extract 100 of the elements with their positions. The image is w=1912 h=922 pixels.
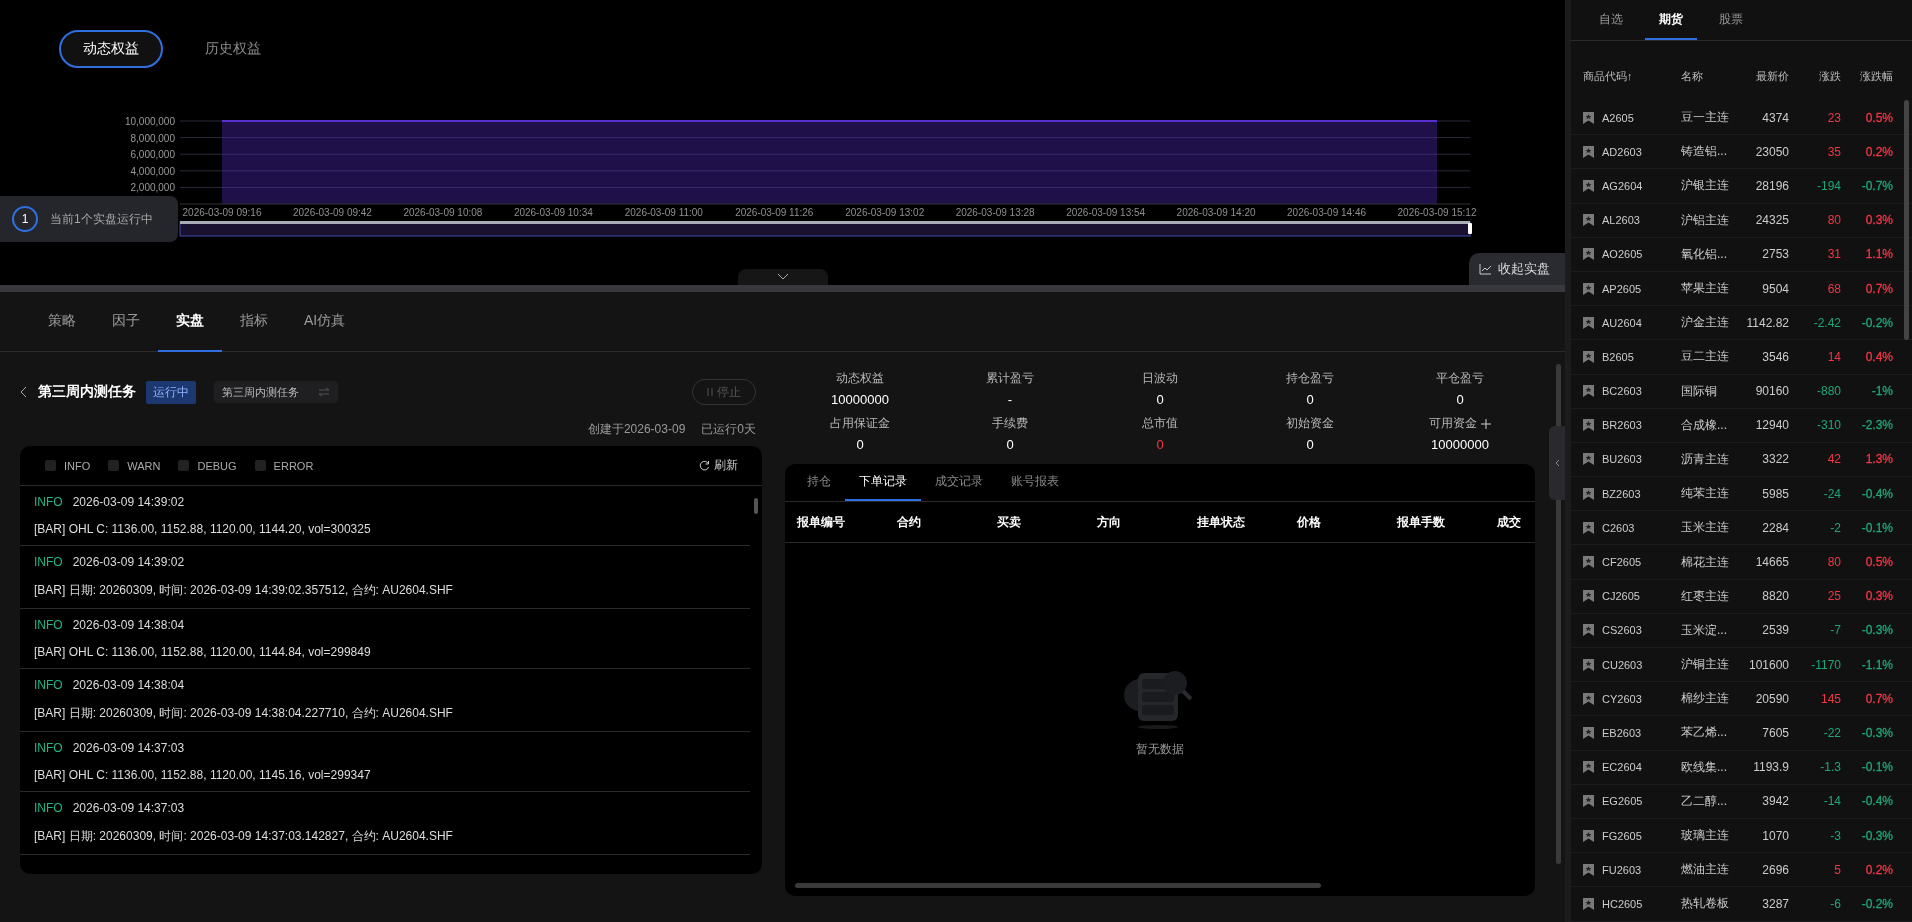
bookmark-icon[interactable] (1583, 795, 1594, 808)
plus-icon[interactable] (1481, 418, 1491, 429)
contract-code: EG2605 (1602, 795, 1643, 808)
bookmark-icon[interactable] (1583, 453, 1594, 466)
column-header[interactable]: 商品代码↑ (1583, 68, 1681, 84)
quote-row[interactable]: BC2603 国际铜 90160 -880 -1% (1571, 374, 1912, 409)
scrollbar[interactable] (1904, 100, 1909, 340)
main-tab[interactable]: 策略 (30, 292, 94, 352)
contract-code: BC2603 (1602, 385, 1642, 398)
main-tab[interactable]: 指标 (222, 292, 286, 352)
stat-value: 0 (1156, 437, 1164, 452)
bookmark-icon[interactable] (1583, 419, 1594, 432)
bookmark-icon[interactable] (1583, 590, 1594, 603)
main-tab[interactable]: AI仿真 (286, 292, 364, 352)
chart-tab[interactable]: 历史权益 (181, 30, 285, 68)
side-collapse-handle[interactable] (1549, 426, 1565, 500)
bookmark-icon[interactable] (1583, 248, 1594, 261)
bookmark-icon[interactable] (1583, 556, 1594, 569)
bookmark-icon[interactable] (1583, 521, 1594, 534)
column-header[interactable]: 最新价 (1739, 68, 1789, 84)
level-filter[interactable]: ERROR (254, 459, 314, 472)
orders-tab[interactable]: 下单记录 (845, 464, 921, 501)
quote-row[interactable]: CU2603 沪铜主连 101600 -1170 -1.1% (1571, 648, 1912, 683)
log-message: [BAR] 日期: 20260309, 时间: 2026-03-09 14:38:04.227710, 合约: AU2604.SHF (34, 705, 454, 722)
expand-handle[interactable] (737, 269, 828, 285)
orders-tab[interactable]: 账号报表 (997, 464, 1073, 501)
checkbox[interactable] (45, 460, 56, 471)
bookmark-icon[interactable] (1583, 863, 1594, 876)
market-tab[interactable]: 自选 (1585, 0, 1637, 40)
quote-row[interactable]: CY2603 棉纱主连 20590 145 0.7% (1571, 682, 1912, 717)
change-percent: -0.3% (1860, 828, 1893, 843)
main-tab[interactable]: 因子 (94, 292, 158, 352)
bookmark-icon[interactable] (1583, 487, 1594, 500)
quote-row[interactable]: CF2605 棉花主连 14665 80 0.5% (1571, 545, 1912, 580)
contract-name: 乙二醇... (1681, 792, 1728, 810)
bookmark-icon[interactable] (1583, 385, 1594, 398)
zoom-slider-drawing[interactable] (179, 221, 1472, 237)
last-price: 7605 (1761, 725, 1789, 740)
x-tick-label: 2026-03-09 15:12 (1397, 207, 1477, 218)
orders-tab[interactable]: 成交记录 (921, 464, 997, 501)
quote-row[interactable]: B2605 豆二主连 3546 14 0.4% (1571, 340, 1912, 375)
log-message: [BAR] 日期: 20260309, 时间: 2026-03-09 14:37:03.142827, 合约: AU2604.SHF (34, 828, 454, 845)
bookmark-icon[interactable] (1583, 658, 1594, 671)
change-percent: 1.3% (1864, 452, 1893, 467)
bookmark-icon[interactable] (1583, 145, 1594, 158)
quote-row[interactable]: FU2603 燃油主连 2696 5 0.2% (1571, 853, 1912, 888)
contract-name: 燃油主连 (1681, 861, 1730, 879)
quote-row[interactable]: BU2603 沥青主连 3322 42 1.3% (1571, 442, 1912, 478)
checkbox[interactable] (108, 460, 120, 471)
stat-label: 日波动 (1142, 370, 1178, 387)
bookmark-icon[interactable] (1583, 282, 1594, 295)
bookmark-icon[interactable] (1583, 316, 1594, 329)
bookmark-icon[interactable] (1583, 726, 1594, 739)
bookmark-icon[interactable] (1583, 214, 1594, 227)
level-filter[interactable]: INFO (45, 459, 91, 472)
contract-code: CS2603 (1602, 624, 1642, 637)
quote-row[interactable]: FG2605 玻璃主连 1070 -3 -0.3% (1571, 818, 1912, 854)
column-header[interactable]: 涨跌幅 (1841, 68, 1893, 84)
bookmark-icon[interactable] (1583, 897, 1594, 910)
level-filter[interactable]: WARN (108, 459, 161, 472)
quote-row[interactable]: CS2603 玉米淀... 2539 -7 -0.3% (1571, 613, 1912, 648)
contract-name: 沪银主连 (1681, 177, 1730, 195)
checkbox[interactable] (178, 460, 190, 471)
bookmark-icon[interactable] (1583, 179, 1594, 192)
market-tab[interactable]: 股票 (1705, 0, 1757, 40)
last-price: 2284 (1761, 520, 1789, 535)
bookmark-icon[interactable] (1583, 829, 1594, 842)
orders-tab[interactable]: 持仓 (793, 464, 845, 501)
market-tab[interactable]: 期货 (1645, 0, 1697, 40)
refresh-button[interactable]: 刷新 (693, 456, 744, 475)
log-level: INFO (34, 801, 63, 815)
quote-row[interactable]: EC2604 欧线集... 1193.9 -1.3 -0.1% (1571, 750, 1912, 785)
column-header: 报单编号 (797, 513, 846, 531)
quote-row[interactable]: EB2603 苯乙烯... 7605 -22 -0.3% (1571, 716, 1912, 751)
checkbox[interactable] (254, 460, 266, 471)
bookmark-icon[interactable] (1583, 111, 1594, 124)
quote-row[interactable]: BZ2603 纯苯主连 5985 -24 -0.4% (1571, 477, 1912, 512)
quote-row[interactable]: EG2605 乙二醇... 3942 -14 -0.4% (1571, 784, 1912, 819)
quote-row[interactable]: HC2605 热轧卷板 3287 -6 -0.2% (1571, 887, 1912, 922)
level-filter[interactable]: DEBUG (178, 459, 237, 472)
quote-row[interactable]: CJ2605 红枣主连 8820 25 0.3% (1571, 579, 1912, 614)
column-header[interactable]: 名称 (1681, 68, 1739, 84)
change-percent: 0.5% (1864, 110, 1893, 125)
bookmark-icon[interactable] (1583, 350, 1594, 363)
bookmark-icon[interactable] (1583, 761, 1594, 774)
bookmark-icon[interactable] (1583, 624, 1594, 637)
quote-row[interactable]: C2603 玉米主连 2284 -2 -0.1% (1571, 511, 1912, 546)
back-icon[interactable] (20, 386, 28, 398)
quote-row[interactable]: BR2603 合成橡... 12940 -310 -2.3% (1571, 408, 1912, 443)
contract-name: 红枣主连 (1681, 587, 1730, 605)
stat-value: 10000000 (1431, 437, 1489, 452)
column-header[interactable]: 涨跌 (1789, 68, 1841, 84)
stat-label: 累计盈亏 (986, 370, 1034, 387)
chart-tab[interactable]: 动态权益 (59, 30, 163, 68)
scrollbar[interactable] (754, 498, 758, 514)
running-toast[interactable]: 1 当前1个实盘运行中 (0, 196, 178, 242)
collapse-button[interactable]: 收起实盘 (1469, 253, 1565, 285)
bookmark-icon[interactable] (1583, 692, 1594, 705)
change-percent: -0.2% (1860, 315, 1893, 330)
main-tab[interactable]: 实盘 (158, 292, 222, 352)
